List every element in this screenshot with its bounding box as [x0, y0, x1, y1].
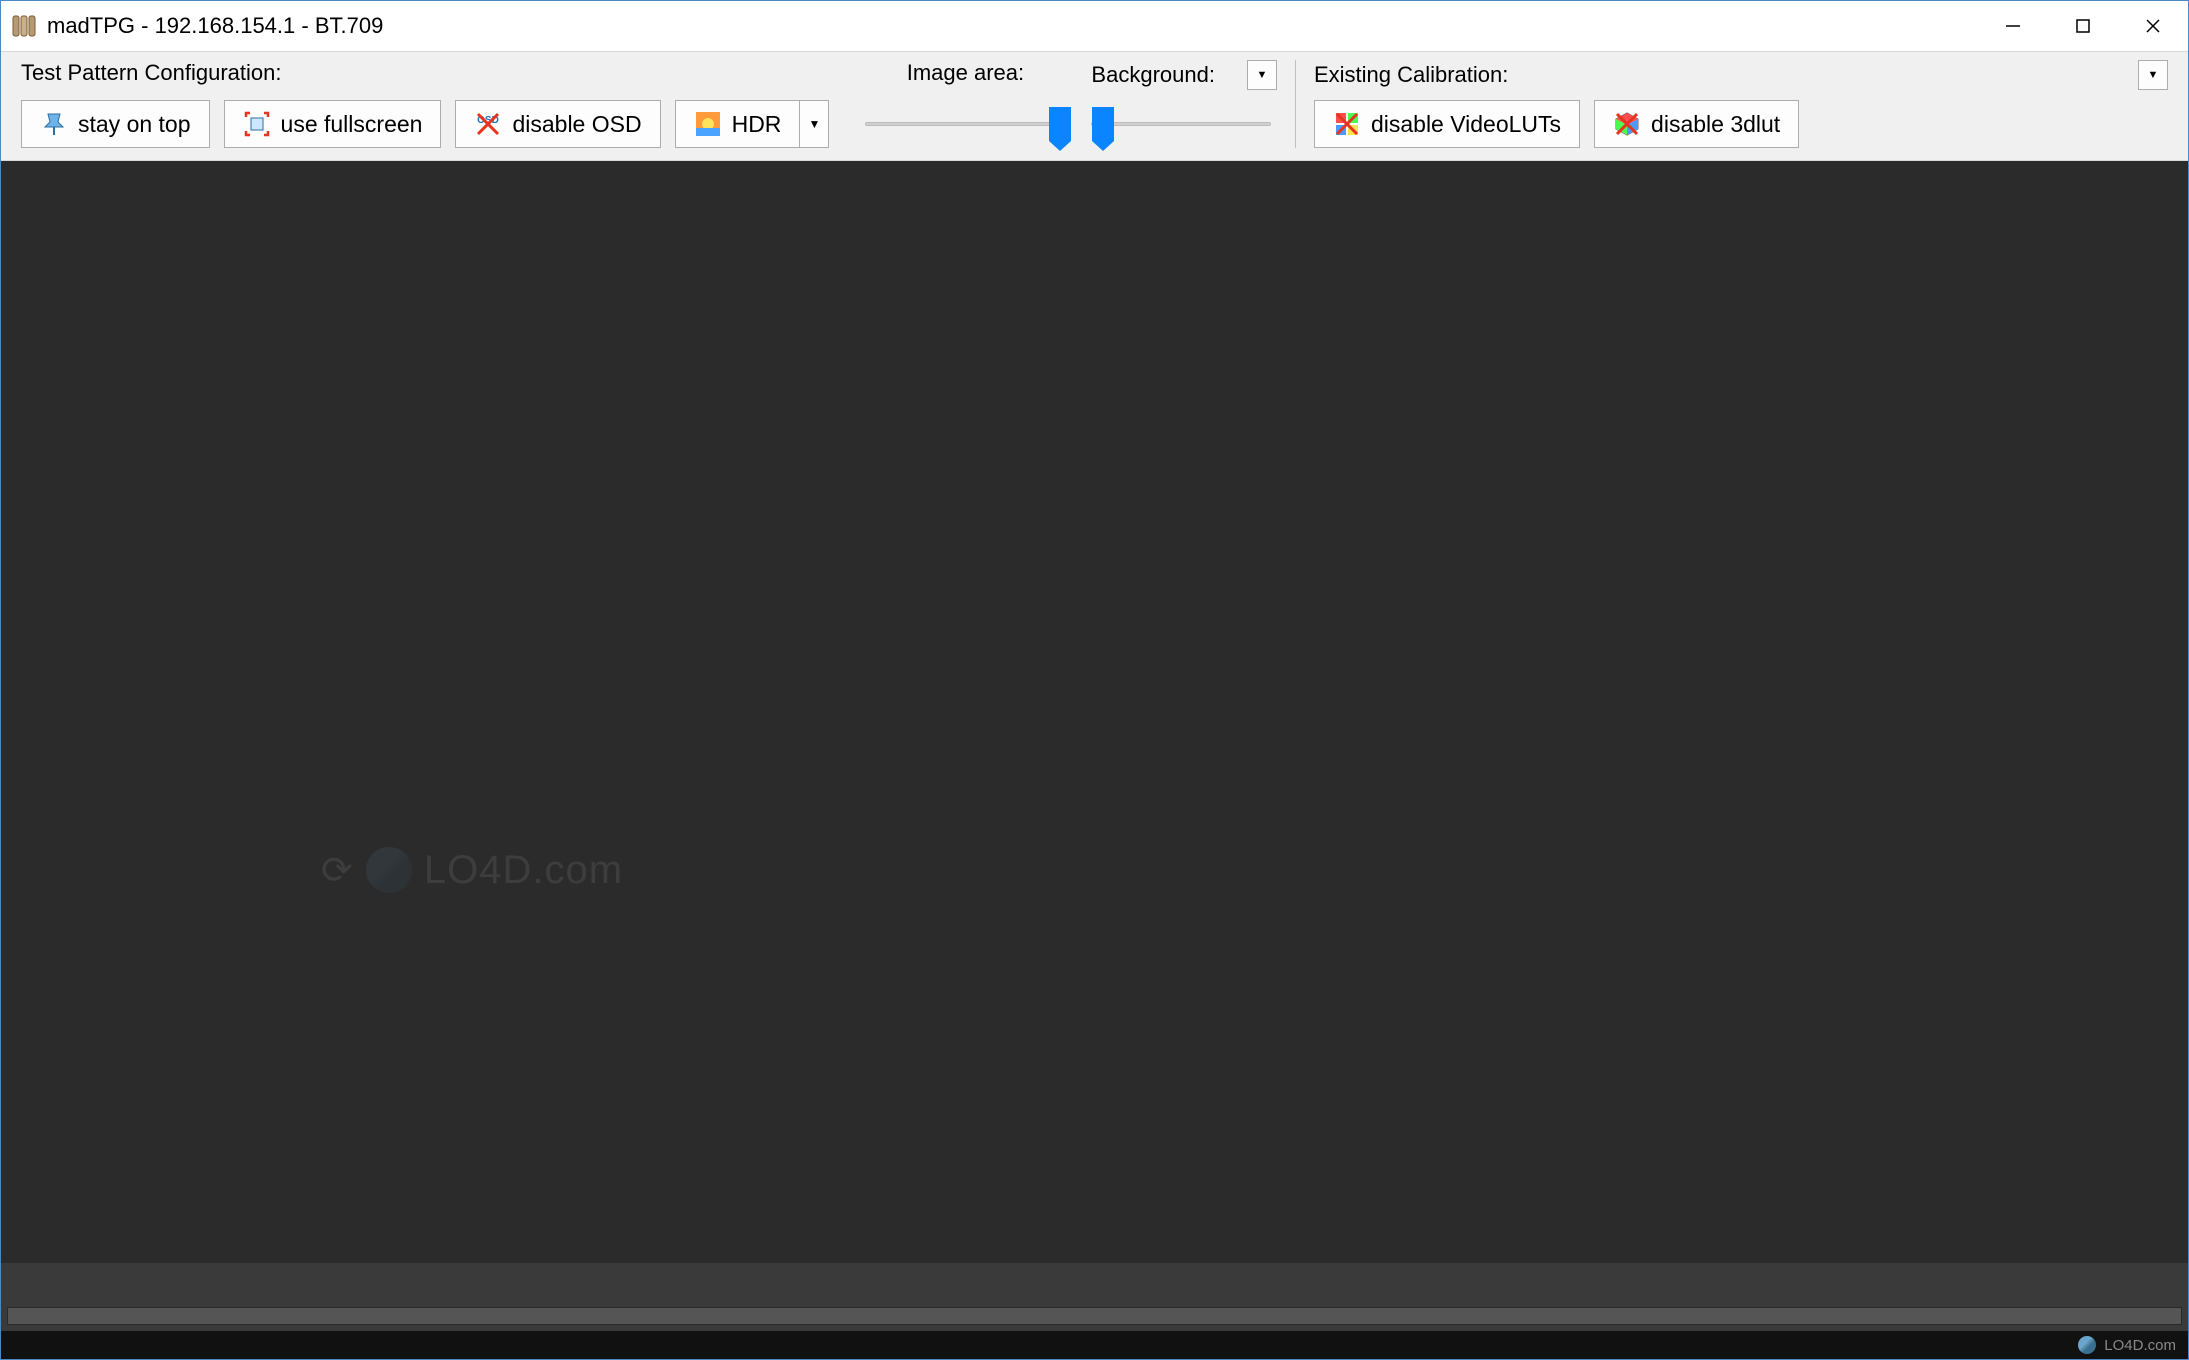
three-d-lut-crossed-icon: [1613, 110, 1641, 138]
toolbar: Test Pattern Configuration: stay on top: [1, 51, 2188, 161]
image-area-section: Image area:: [857, 60, 1073, 148]
background-slider[interactable]: [1091, 100, 1271, 148]
slider-thumb-icon: [1092, 107, 1114, 141]
chevron-down-icon: ▼: [808, 117, 820, 131]
calibration-dropdown-button[interactable]: ▼: [2138, 60, 2168, 90]
disable-3dlut-label: disable 3dlut: [1651, 111, 1780, 138]
existing-calibration-section: Existing Calibration: ▼: [1306, 60, 2176, 148]
footer: LO4D.com: [1, 1331, 2188, 1359]
background-label: Background:: [1091, 62, 1215, 88]
horizontal-scrollbar[interactable]: [7, 1307, 2182, 1325]
slider-thumb-icon: [1049, 107, 1071, 141]
disable-3dlut-button[interactable]: disable 3dlut: [1594, 100, 1799, 148]
disable-videoluts-label: disable VideoLUTs: [1371, 111, 1561, 138]
stay-on-top-label: stay on top: [78, 111, 191, 138]
hdr-dropdown-button[interactable]: ▼: [799, 100, 829, 148]
refresh-arrows-icon: ⟳: [321, 848, 354, 893]
image-area-slider[interactable]: [865, 100, 1065, 148]
fullscreen-icon: [243, 110, 271, 138]
window-title: madTPG - 192.168.154.1 - BT.709: [47, 13, 383, 39]
titlebar: madTPG - 192.168.154.1 - BT.709: [1, 1, 2188, 51]
use-fullscreen-label: use fullscreen: [281, 111, 423, 138]
videolut-crossed-icon: [1333, 110, 1361, 138]
osd-crossed-icon: OSD: [474, 110, 502, 138]
chevron-down-icon: ▼: [2148, 69, 2159, 81]
stay-on-top-button[interactable]: stay on top: [21, 100, 210, 148]
hdr-button-group: HDR ▼: [675, 100, 830, 148]
use-fullscreen-button[interactable]: use fullscreen: [224, 100, 442, 148]
horizontal-scrollbar-region: [1, 1301, 2188, 1331]
pin-icon: [40, 110, 68, 138]
app-icon: [11, 12, 39, 40]
status-strip: [1, 1263, 2188, 1301]
app-window: madTPG - 192.168.154.1 - BT.709 Test Pat…: [0, 0, 2189, 1360]
minimize-button[interactable]: [1978, 1, 2048, 51]
background-dropdown-button[interactable]: ▼: [1247, 60, 1277, 90]
background-section: Background: ▼: [1083, 60, 1296, 148]
image-area-label: Image area:: [907, 60, 1024, 90]
chevron-down-icon: ▼: [1257, 69, 1268, 81]
hdr-label: HDR: [732, 111, 782, 138]
watermark-text: LO4D.com: [424, 848, 623, 893]
test-pattern-label: Test Pattern Configuration:: [21, 60, 281, 86]
footer-text: LO4D.com: [2104, 1337, 2176, 1354]
disable-osd-button[interactable]: OSD disable OSD: [455, 100, 660, 148]
disable-videoluts-button[interactable]: disable VideoLUTs: [1314, 100, 1580, 148]
globe-icon: [2078, 1336, 2096, 1354]
watermark: ⟳ LO4D.com: [321, 847, 623, 893]
close-button[interactable]: [2118, 1, 2188, 51]
maximize-button[interactable]: [2048, 1, 2118, 51]
window-controls: [1978, 1, 2188, 51]
disable-osd-label: disable OSD: [512, 111, 641, 138]
test-pattern-section: Test Pattern Configuration: stay on top: [13, 60, 837, 148]
hdr-sun-icon: [694, 110, 722, 138]
hdr-button[interactable]: HDR: [675, 100, 800, 148]
globe-icon: [366, 847, 412, 893]
existing-calibration-label: Existing Calibration:: [1314, 62, 1508, 88]
preview-area: ⟳ LO4D.com: [1, 161, 2188, 1263]
